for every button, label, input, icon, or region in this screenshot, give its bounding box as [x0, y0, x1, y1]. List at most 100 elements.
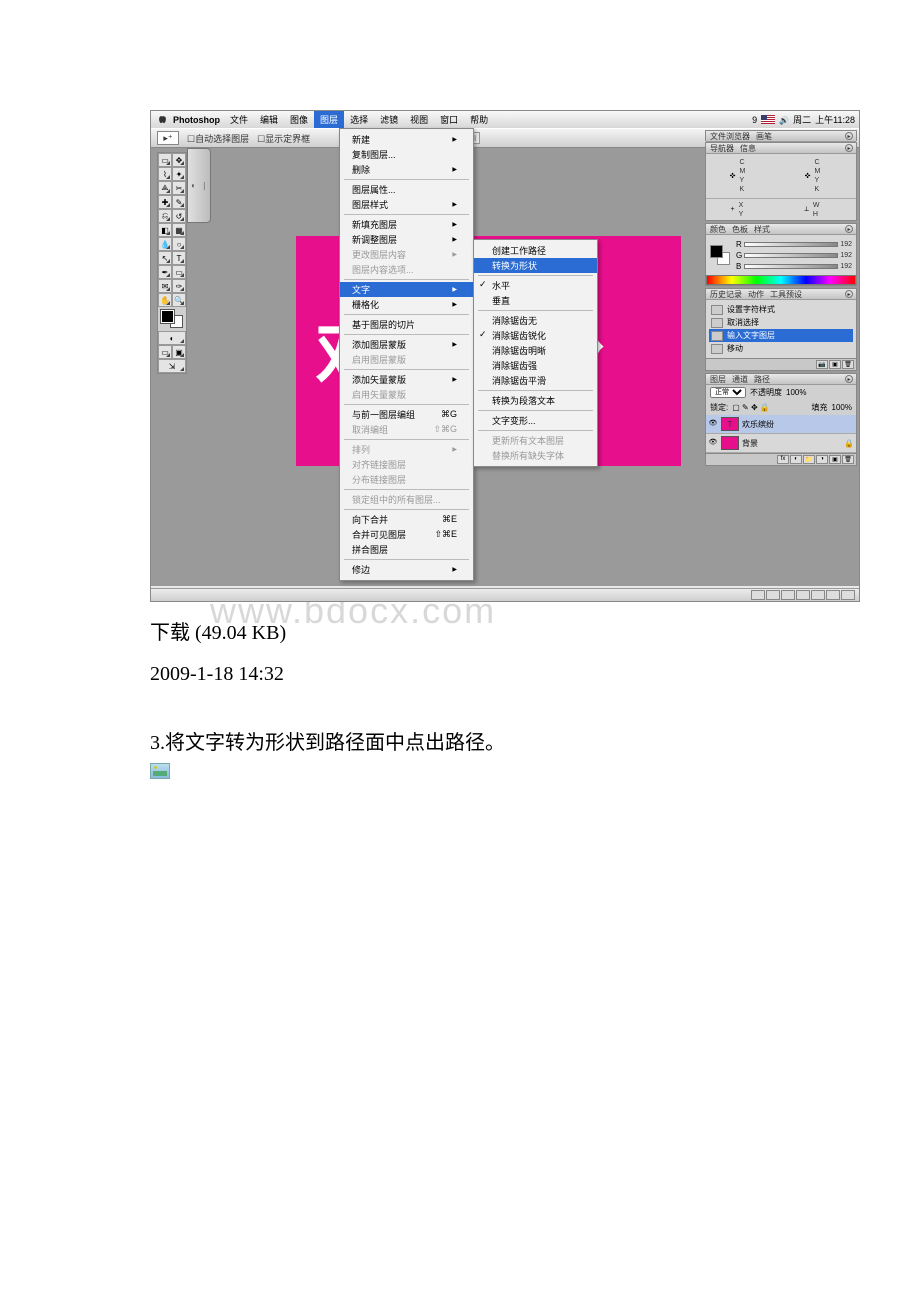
- quickmask-icon[interactable]: ◐: [158, 331, 186, 345]
- history-brush-icon[interactable]: ↺: [172, 209, 186, 223]
- menu-item[interactable]: 修边: [340, 562, 473, 577]
- new-layer-icon[interactable]: ▣: [829, 455, 841, 464]
- tab-toolpresets[interactable]: 工具预设: [770, 289, 802, 300]
- lasso-tool-icon[interactable]: ⌇: [158, 167, 172, 181]
- history-row[interactable]: 取消选择: [709, 316, 853, 329]
- fx-icon[interactable]: fx: [777, 455, 789, 464]
- speaker-icon[interactable]: [779, 115, 789, 125]
- g-slider[interactable]: [744, 253, 838, 258]
- sidebar-tabs[interactable]: —◐: [187, 148, 211, 223]
- menu-item[interactable]: 新建: [340, 132, 473, 147]
- tab-color[interactable]: 颜色: [710, 224, 726, 235]
- marquee-tool-icon[interactable]: ▭: [158, 153, 172, 167]
- color-ramp[interactable]: [706, 275, 856, 285]
- submenu-item[interactable]: 消除锯齿锐化: [474, 328, 597, 343]
- fill-value[interactable]: 100%: [832, 403, 852, 412]
- healing-tool-icon[interactable]: ✚: [158, 195, 172, 209]
- menu-item[interactable]: 基于图层的切片: [340, 317, 473, 332]
- menu-select[interactable]: 选择: [344, 111, 374, 128]
- panel-menu-icon[interactable]: ▸: [845, 225, 853, 233]
- menu-view[interactable]: 视图: [404, 111, 434, 128]
- zoom-tool-icon[interactable]: 🔍: [172, 293, 186, 307]
- type-tool-icon[interactable]: T: [172, 251, 186, 265]
- brush-tool-icon[interactable]: ✎: [172, 195, 186, 209]
- menu-item[interactable]: 栅格化: [340, 297, 473, 312]
- submenu-item[interactable]: 垂直: [474, 293, 597, 308]
- menu-item[interactable]: 新调整图层: [340, 232, 473, 247]
- flag-icon[interactable]: [761, 115, 775, 124]
- new-snapshot-icon[interactable]: 📷: [816, 360, 828, 369]
- show-bounds-checkbox[interactable]: 显示定界框: [257, 132, 310, 145]
- move-tool-icon[interactable]: ▸⁺: [157, 131, 179, 145]
- history-row[interactable]: 设置字符样式: [709, 303, 853, 316]
- app-name[interactable]: Photoshop: [173, 115, 220, 125]
- menu-item[interactable]: 与前一图层编组⌘G: [340, 407, 473, 422]
- menu-file[interactable]: 文件: [224, 111, 254, 128]
- menu-item[interactable]: 添加矢量蒙版: [340, 372, 473, 387]
- menu-edit[interactable]: 编辑: [254, 111, 284, 128]
- blur-tool-icon[interactable]: 💧: [158, 237, 172, 251]
- menu-layer[interactable]: 图层: [314, 111, 344, 128]
- history-row[interactable]: 移动: [709, 342, 853, 355]
- submenu-item[interactable]: 消除锯齿强: [474, 358, 597, 373]
- tab-navigator[interactable]: 导航器: [710, 143, 734, 154]
- submenu-item[interactable]: 文字变形...: [474, 413, 597, 428]
- tab-styles[interactable]: 样式: [754, 224, 770, 235]
- trash-icon[interactable]: 🗑: [842, 360, 854, 369]
- auto-select-checkbox[interactable]: 自动选择图层: [187, 132, 249, 145]
- mask-icon[interactable]: ◐: [790, 455, 802, 464]
- menu-item[interactable]: 文字: [340, 282, 473, 297]
- tab-actions[interactable]: 动作: [748, 289, 764, 300]
- dodge-tool-icon[interactable]: ○: [172, 237, 186, 251]
- slice-tool-icon[interactable]: ✂: [172, 181, 186, 195]
- menu-item[interactable]: 图层属性...: [340, 182, 473, 197]
- status-icon[interactable]: [751, 590, 765, 600]
- b-slider[interactable]: [744, 264, 838, 269]
- menu-item[interactable]: 复制图层...: [340, 147, 473, 162]
- color-swatch[interactable]: [710, 245, 730, 265]
- menu-window[interactable]: 窗口: [434, 111, 464, 128]
- tab-channels[interactable]: 通道: [732, 374, 748, 385]
- new-doc-icon[interactable]: ▣: [829, 360, 841, 369]
- layer-row[interactable]: 👁背景🔒: [706, 434, 856, 453]
- status-icon[interactable]: [796, 590, 810, 600]
- lock-icons[interactable]: ▢ ✎ ✥ 🔒: [732, 403, 770, 412]
- tab-paths[interactable]: 路径: [754, 374, 770, 385]
- tab-history[interactable]: 历史记录: [710, 289, 742, 300]
- menu-help[interactable]: 帮助: [464, 111, 494, 128]
- opacity-value[interactable]: 100%: [786, 388, 806, 397]
- move-tool-icon[interactable]: ✥: [172, 153, 186, 167]
- submenu-item[interactable]: 转换为形状: [474, 258, 597, 273]
- menu-filter[interactable]: 滤镜: [374, 111, 404, 128]
- jump-to-icon[interactable]: ⇲: [158, 359, 186, 373]
- tab-info[interactable]: 信息: [740, 143, 756, 154]
- stamp-tool-icon[interactable]: ⎌: [158, 209, 172, 223]
- notes-tool-icon[interactable]: ✉: [158, 279, 172, 293]
- wand-tool-icon[interactable]: ✦: [172, 167, 186, 181]
- history-row[interactable]: 输入文字图层: [709, 329, 853, 342]
- menu-item[interactable]: 向下合并⌘E: [340, 512, 473, 527]
- menu-item[interactable]: 添加图层蒙版: [340, 337, 473, 352]
- menu-item[interactable]: 图层样式: [340, 197, 473, 212]
- folder-icon[interactable]: 📁: [803, 455, 815, 464]
- status-icon[interactable]: [766, 590, 780, 600]
- download-link[interactable]: 下载: [150, 622, 190, 644]
- adjust-icon[interactable]: ◑: [816, 455, 828, 464]
- status-icon[interactable]: [781, 590, 795, 600]
- gradient-tool-icon[interactable]: ▦: [172, 223, 186, 237]
- menu-image[interactable]: 图像: [284, 111, 314, 128]
- submenu-item[interactable]: 创建工作路径: [474, 243, 597, 258]
- pen-tool-icon[interactable]: ✒: [158, 265, 172, 279]
- crop-tool-icon[interactable]: ⟁: [158, 181, 172, 195]
- tab-layers[interactable]: 图层: [710, 374, 726, 385]
- shape-tool-icon[interactable]: ▭: [172, 265, 186, 279]
- eyedropper-tool-icon[interactable]: ✑: [172, 279, 186, 293]
- layer-row[interactable]: 👁T欢乐缤纷: [706, 415, 856, 434]
- hand-tool-icon[interactable]: ✋: [158, 293, 172, 307]
- blend-mode-select[interactable]: 正常: [710, 387, 746, 398]
- path-tool-icon[interactable]: ↖: [158, 251, 172, 265]
- status-icon[interactable]: [826, 590, 840, 600]
- menu-item[interactable]: 拼合图层: [340, 542, 473, 557]
- submenu-item[interactable]: 消除锯齿平滑: [474, 373, 597, 388]
- menu-item[interactable]: 删除: [340, 162, 473, 177]
